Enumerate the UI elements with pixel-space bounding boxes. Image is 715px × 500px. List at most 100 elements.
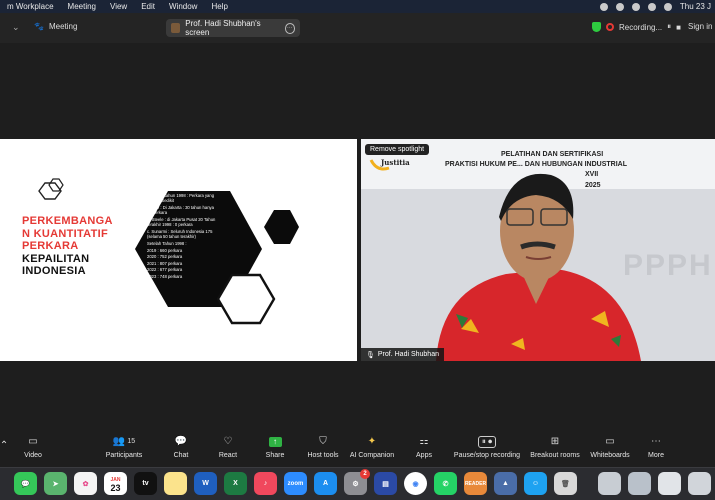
list-item: Setelah Tahun 1998 : [147,241,187,246]
maps-app-icon[interactable]: ➤ [44,472,67,495]
whiteboards-button[interactable]: ▭ Whiteboards [588,427,632,467]
reader-app-icon[interactable]: READER [464,472,487,495]
meeting-info[interactable]: 🐾 Meeting [34,22,77,31]
meeting-label: Meeting [48,22,78,31]
react-label: React [218,451,238,459]
word-app-icon[interactable]: W [194,472,217,495]
participants-icon: 👥 15 [112,436,136,447]
trash-icon[interactable]: 🗑 [554,472,577,495]
video-button[interactable]: ▭ Video [20,427,46,467]
menu-edit[interactable]: Edit [134,2,162,11]
heart-icon: ♡ [223,436,233,447]
apple-tv-app-icon[interactable]: tv [134,472,157,495]
apps-button[interactable]: ⚏ Apps [412,427,436,467]
video-icon: ▭ [28,436,38,447]
list-item: 2023 : 748 perkara [147,273,183,279]
more-label: More [648,451,664,459]
share-label: Share [265,451,285,459]
shared-screen-slide: PERKEMBANGA N KUANTITATIF PERKARA KEPAIL… [0,139,357,361]
settings-badge: 2 [360,469,370,479]
whatsapp-app-icon[interactable]: ✆ [434,472,457,495]
share-button[interactable]: ↑ Share [261,427,289,467]
menu-app-name[interactable]: m Workplace [0,2,61,11]
chat-icon: 💬 [174,436,188,447]
paw-icon: 🐾 [34,22,44,31]
stop-icon[interactable]: ■ [676,23,681,32]
menubar-clock[interactable]: Thu 23 J [680,2,711,11]
photos-app-icon[interactable]: ✿ [74,472,97,495]
title-black-line-1: KEPAILITAN [22,252,90,265]
chrome-app-icon[interactable]: ◉ [404,472,427,495]
menu-view[interactable]: View [103,2,134,11]
more-button[interactable]: ⋯ More [645,427,667,467]
react-button[interactable]: ♡ React [214,427,242,467]
menu-help[interactable]: Help [204,2,234,11]
participants-label: Participants [105,451,143,459]
preview-app-icon[interactable]: ▲ [494,472,517,495]
title-black-line-2: INDONESIA [22,265,86,277]
list-item: c. Sunarmi : Seluruh Indonesia 175 (sela… [147,229,213,240]
macos-dock: 💬 ➤ ✿ JAN 23 tv W X ♪ zoom A ⚙ 2 ▤ ◉ ✆ R… [0,467,715,500]
screen-share-pill[interactable]: Prof. Hadi Shubhan's screen ··· [166,19,300,37]
ai-companion-label: AI Companion [349,451,395,459]
participant-name-tag: 🎙 Prof. Hadi Shubhan [361,348,444,361]
more-icon: ⋯ [651,436,661,447]
speaker-video-tile[interactable]: Justitia PELATIHAN DAN SERTIFIKASI PRAKT… [361,139,715,361]
participants-button[interactable]: 👥 15 Participants [102,427,146,467]
system-settings-icon[interactable]: ⚙ 2 [344,469,370,495]
minimized-window-1[interactable] [598,472,621,495]
ai-companion-button[interactable]: ✦ AI Companion [349,427,395,467]
calendar-app-icon[interactable]: JAN 23 [104,472,127,495]
excel-app-icon[interactable]: X [224,472,247,495]
minimized-window-2[interactable] [628,472,651,495]
pause-stop-recording-button[interactable]: ⏸ ⏺ Pause/stop recording [453,427,521,467]
menu-window[interactable]: Window [162,2,204,11]
menu-meeting[interactable]: Meeting [61,2,103,11]
share-pill-label: Prof. Hadi Shubhan's screen [185,19,261,37]
control-center-icon[interactable] [647,2,656,11]
security-shield-icon[interactable] [592,22,601,32]
whiteboard-icon: ▭ [605,436,615,447]
zoom-app-icon[interactable]: zoom [284,472,307,495]
chat-button[interactable]: 💬 Chat [167,427,195,467]
status-camera-icon[interactable] [615,2,624,11]
notes-app-icon[interactable] [164,472,187,495]
recording-label: Recording... [619,22,663,32]
host-tools-button[interactable]: ⛉ Host tools [304,427,342,467]
pause-stop-icon: ⏸ ⏺ [477,435,497,448]
app-store-icon[interactable]: A [314,472,337,495]
minimized-window-3[interactable] [658,472,681,495]
shield-icon: ⛉ [319,436,327,447]
finder-app-icon[interactable]: ☺ [524,472,547,495]
host-tools-label: Host tools [307,451,339,459]
chat-label: Chat [173,451,189,459]
siri-icon[interactable] [663,2,672,11]
wifi-icon[interactable] [631,2,640,11]
screens-app-icon[interactable]: ▤ [374,472,397,495]
chevron-down-icon[interactable]: ⌄ [12,22,20,33]
record-icon [606,23,614,31]
apps-icon: ⚏ [419,436,429,447]
mic-muted-icon: 🎙 [366,351,375,359]
status-app-icon[interactable] [599,2,608,11]
breakout-rooms-button[interactable]: ⊞ Breakout rooms [529,427,581,467]
system-menubar: m Workplace Meeting View Edit Window Hel… [0,0,715,13]
remove-spotlight-button[interactable]: Remove spotlight [365,144,430,155]
sign-in-link[interactable]: Sign in [688,22,712,31]
title-red-line-3: PERKARA [22,240,79,252]
minimized-window-4[interactable] [688,472,711,495]
meeting-titlebar: ⌄ 🐾 Meeting Prof. Hadi Shubhan's screen … [0,13,715,43]
apps-label: Apps [416,451,432,459]
slide-bullet-list: Sebelum tahun 1998 : Perkara yang Sangat… [147,193,219,281]
messages-app-icon[interactable]: 💬 [14,472,37,495]
share-icon: ↑ [268,436,282,448]
recording-status: Recording... ⏸ ■ [592,22,681,32]
pause-icon[interactable]: ⏸ [667,22,671,32]
list-item: 2019 : 660 perkara [147,247,183,253]
music-app-icon[interactable]: ♪ [254,472,277,495]
more-options-icon[interactable]: ··· [284,22,295,34]
video-label: Video [24,451,42,459]
video-caret-icon[interactable]: ⌃ [0,427,8,467]
title-red-line-2: N KUANTITATIF [22,227,108,240]
list-item: 2020 : 752 perkara [147,254,183,260]
